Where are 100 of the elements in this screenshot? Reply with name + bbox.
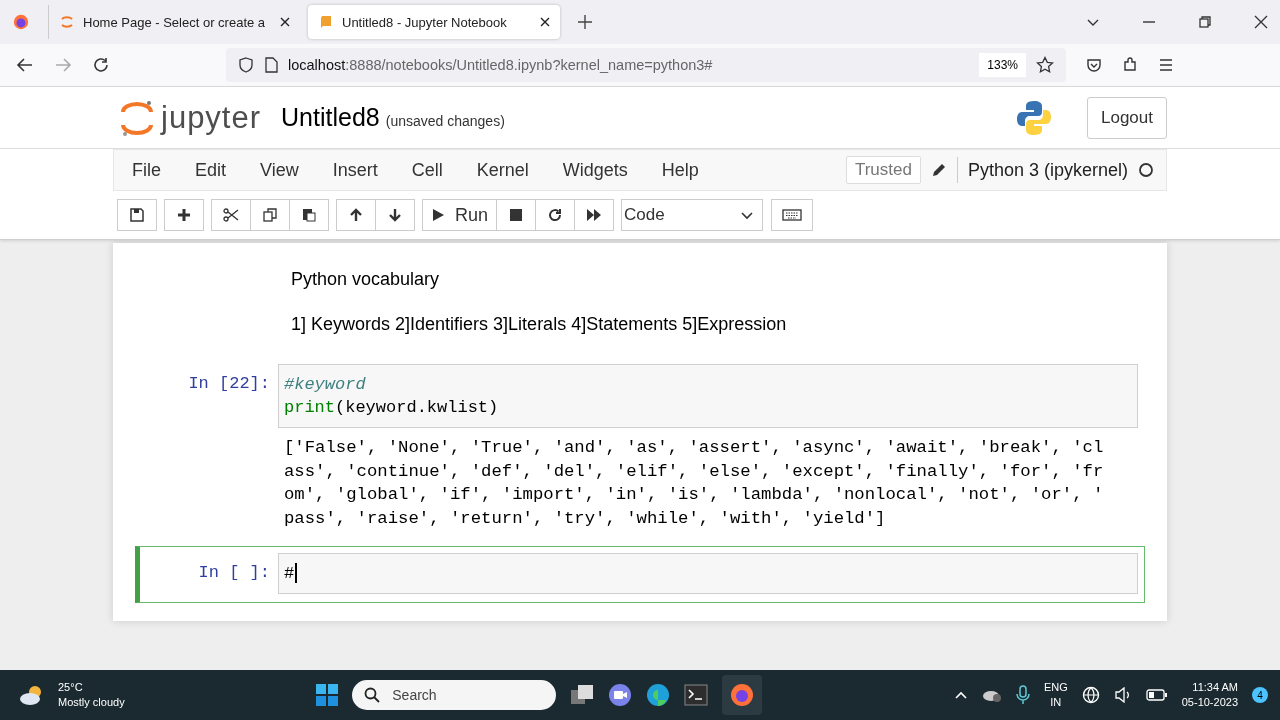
copy-button[interactable] xyxy=(250,199,290,231)
arrow-down-icon xyxy=(388,208,402,222)
markdown-text: 1] Keywords 2]Identifiers 3]Literals 4]Statements 5]Expression xyxy=(291,314,788,335)
tab-title: Untitled8 - Jupyter Notebook xyxy=(342,14,508,30)
kernel-name[interactable]: Python 3 (ipykernel) xyxy=(967,159,1128,181)
search-icon xyxy=(364,687,381,703)
firefox-taskbar-button[interactable] xyxy=(722,675,763,715)
code-text: (keyword.kwlist) xyxy=(335,397,499,419)
restart-icon xyxy=(548,208,563,222)
zoom-level[interactable]: 133% xyxy=(979,53,1026,77)
clock-time[interactable]: 11:34 AM xyxy=(1192,680,1238,695)
back-icon[interactable] xyxy=(16,56,34,74)
reload-icon[interactable] xyxy=(92,56,110,74)
browser-tab[interactable]: Home Page - Select or create a xyxy=(48,5,300,39)
cell-type-dropdown[interactable]: Code xyxy=(621,199,764,231)
shield-icon xyxy=(238,57,254,73)
python-logo-icon xyxy=(1015,98,1053,137)
run-button[interactable]: Run xyxy=(422,199,498,231)
star-icon[interactable] xyxy=(1036,56,1054,74)
stop-icon xyxy=(509,208,524,222)
menu-item[interactable]: Cell xyxy=(399,159,455,181)
keyboard-icon xyxy=(782,209,803,221)
globe-icon[interactable] xyxy=(1081,686,1100,704)
paste-button[interactable] xyxy=(289,199,329,231)
input-language[interactable]: ENG xyxy=(1043,680,1068,695)
input-prompt: In [22]: xyxy=(187,373,271,393)
text-cursor xyxy=(295,563,298,584)
output-text: om', 'global', 'if', 'import', 'in', 'is', 'lambda', 'nonlocal', 'not', 'or', ' xyxy=(284,484,1105,507)
keyboard-button[interactable] xyxy=(771,199,814,231)
save-status: (unsaved changes) xyxy=(385,112,505,129)
url-text: localhost:8888/notebooks/Untitled8.ipynb?kernel_name=python3# xyxy=(288,57,713,73)
pencil-icon[interactable] xyxy=(930,162,947,178)
close-icon[interactable] xyxy=(1254,15,1268,29)
move-up-button[interactable] xyxy=(336,199,376,231)
output-text: pass', 'raise', 'return', 'try', 'while', 'with', 'yield'] xyxy=(284,508,887,531)
terminal-icon[interactable] xyxy=(684,684,709,706)
run-all-button[interactable] xyxy=(574,199,615,231)
close-icon[interactable] xyxy=(540,17,550,27)
kernel-idle-icon xyxy=(1138,162,1154,178)
tab-title: Home Page - Select or create a xyxy=(83,14,267,30)
restore-icon[interactable] xyxy=(1198,15,1212,29)
menu-icon[interactable] xyxy=(1158,57,1174,73)
output-text: ass', 'continue', 'def', 'del', 'elif', 'else', 'except', 'finally', 'for', 'fr xyxy=(284,460,1105,483)
input-region[interactable]: IN xyxy=(1050,695,1062,710)
menu-item[interactable]: File xyxy=(120,159,173,181)
temperature[interactable]: 25°C xyxy=(58,680,125,695)
scissors-icon xyxy=(223,208,239,222)
notification-badge[interactable]: 4 xyxy=(1252,687,1268,703)
code-editor[interactable]: #keyword print(keyword.kwlist) xyxy=(278,364,1138,428)
move-down-button[interactable] xyxy=(375,199,415,231)
clock-date[interactable]: 05-10-2023 xyxy=(1181,695,1238,710)
menu-item[interactable]: Kernel xyxy=(464,159,541,181)
page-icon xyxy=(264,57,278,73)
battery-icon[interactable] xyxy=(1145,689,1168,701)
cloudy-sun-icon[interactable] xyxy=(18,684,44,706)
firefox-icon[interactable] xyxy=(12,13,30,31)
code-editor[interactable]: # xyxy=(278,552,1138,594)
paste-icon xyxy=(302,208,316,222)
cut-button[interactable] xyxy=(211,199,251,231)
code-comment: #keyword xyxy=(284,374,366,396)
output-text: ['False', 'None', 'True', 'and', 'as', 'assert', 'async', 'await', 'break', 'cl xyxy=(284,437,1105,459)
arrow-up-icon xyxy=(349,208,363,222)
browser-tab[interactable]: Untitled8 - Jupyter Notebook xyxy=(308,5,560,39)
notebook-title[interactable]: Untitled8 xyxy=(281,103,380,132)
menu-item[interactable]: Edit xyxy=(183,159,239,181)
code-text: # xyxy=(284,562,295,585)
taskbar-search-field[interactable]: Search xyxy=(352,680,557,710)
save-icon xyxy=(130,208,144,222)
jupyter-icon xyxy=(59,14,75,30)
trusted-badge[interactable]: Trusted xyxy=(845,156,921,184)
menu-item[interactable]: Insert xyxy=(320,159,390,181)
restart-button[interactable] xyxy=(535,199,576,231)
video-chat-icon[interactable] xyxy=(608,683,633,707)
play-icon xyxy=(431,208,445,222)
stop-button[interactable] xyxy=(496,199,537,231)
menu-item[interactable]: Widgets xyxy=(550,159,640,181)
address-bar[interactable]: localhost:8888/notebooks/Untitled8.ipynb?kernel_name=python3# 133% xyxy=(226,48,1066,82)
code-builtin: print xyxy=(284,397,335,419)
weather-condition[interactable]: Mostly cloudy xyxy=(58,695,125,710)
menu-item[interactable]: View xyxy=(248,159,311,181)
add-cell-button[interactable] xyxy=(164,199,204,231)
speaker-icon[interactable] xyxy=(1113,687,1132,703)
copy-icon xyxy=(263,208,277,222)
menu-item[interactable]: Help xyxy=(649,159,711,181)
pocket-icon[interactable] xyxy=(1086,57,1102,73)
logout-button[interactable]: Logout xyxy=(1087,96,1167,139)
save-button[interactable] xyxy=(117,199,157,231)
microphone-icon[interactable] xyxy=(1015,685,1030,705)
plus-icon xyxy=(177,208,191,222)
close-icon[interactable] xyxy=(280,17,290,27)
fast-forward-icon xyxy=(586,208,603,222)
task-view-icon[interactable] xyxy=(570,684,595,706)
input-prompt: In [ ]: xyxy=(197,561,271,582)
jupyter-wordmark[interactable]: jupyter xyxy=(161,99,262,136)
code-cell[interactable]: In [ ]: # xyxy=(135,545,1145,603)
plus-icon[interactable] xyxy=(578,15,592,29)
edge-browser-icon[interactable] xyxy=(646,683,671,707)
firefox-icon xyxy=(730,683,755,707)
markdown-text: Python vocabulary xyxy=(291,269,441,290)
windows-start-icon[interactable] xyxy=(316,684,339,706)
